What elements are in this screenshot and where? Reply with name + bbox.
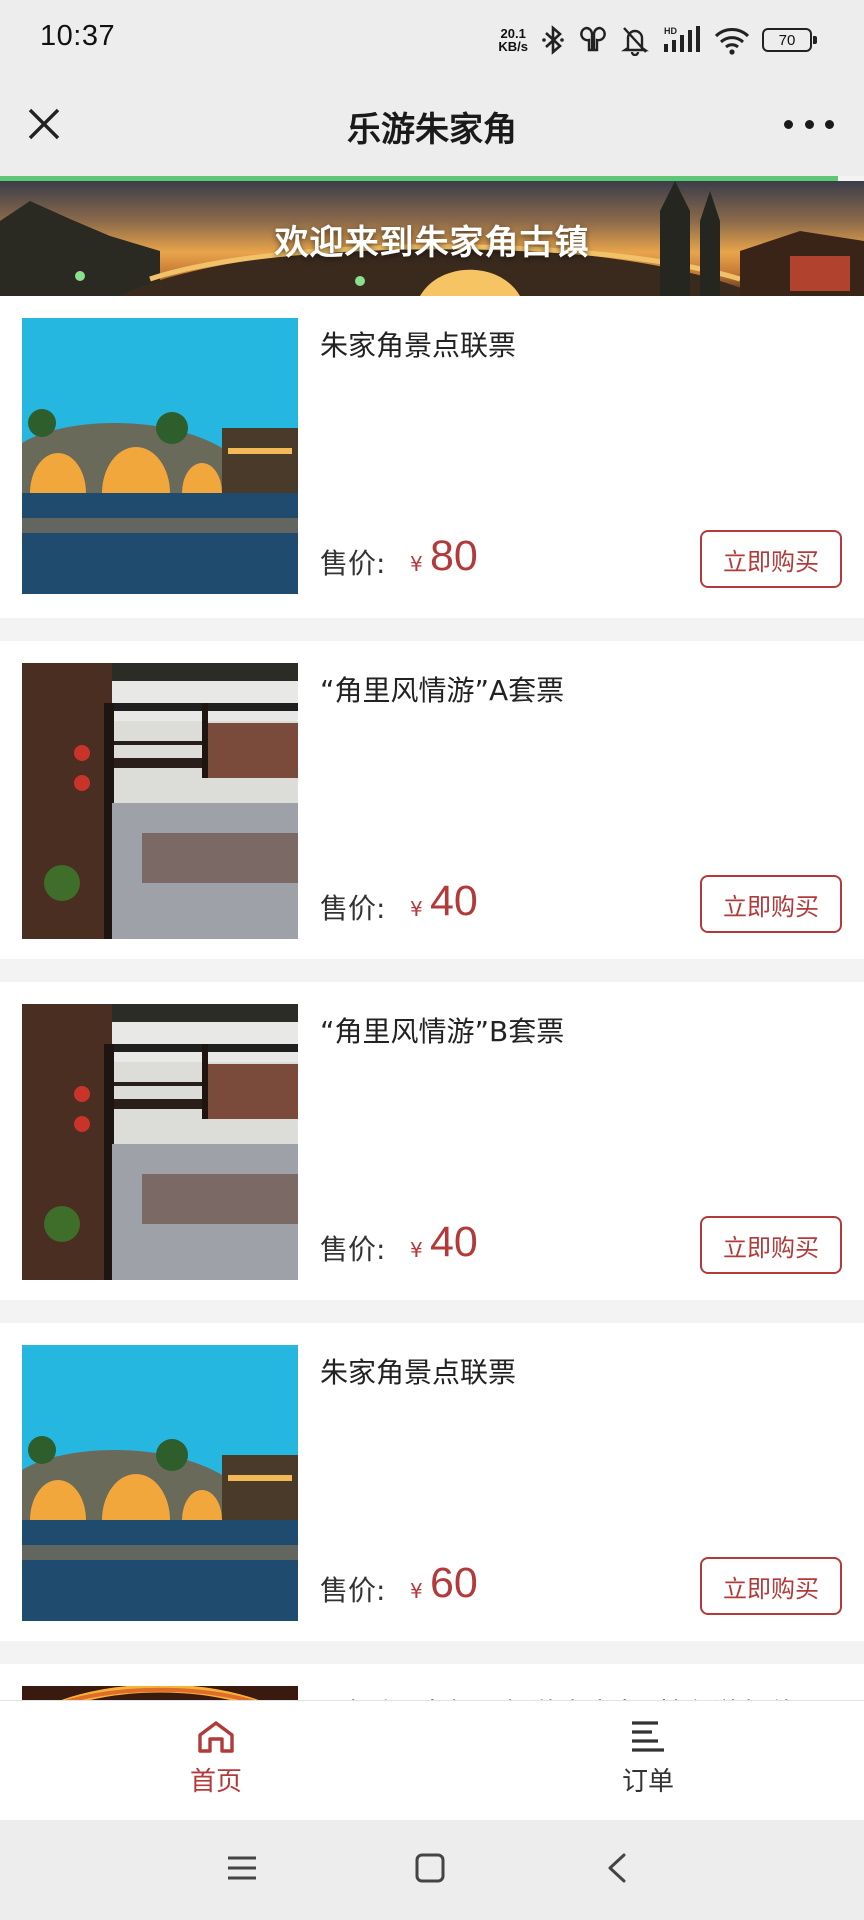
tab-orders[interactable]: 订单 — [432, 1701, 864, 1820]
status-bar: 10:37 20.1 KB/s HD 70 — [0, 0, 864, 80]
system-navigation-bar — [0, 1820, 864, 1920]
earbuds-icon — [580, 26, 606, 52]
home-icon — [198, 1721, 234, 1753]
price-value: 40 — [430, 1218, 478, 1266]
product-card[interactable]: 朱家角景点联票 售价: ¥ 80 立即购买 — [0, 296, 864, 618]
tab-home[interactable]: 首页 — [0, 1701, 432, 1820]
buy-now-button[interactable]: 立即购买 — [700, 1557, 842, 1615]
status-icons: 20.1 KB/s HD 70 — [498, 22, 817, 58]
product-image-stone-bridge[interactable] — [22, 1345, 298, 1621]
back-nav-icon[interactable] — [602, 1852, 634, 1884]
bottom-tab-bar: 首页 订单 — [0, 1700, 864, 1820]
product-image-stone-bridge[interactable] — [22, 318, 298, 594]
product-card[interactable]: 朱家角景点联票 售价: ¥ 60 立即购买 — [0, 1323, 864, 1641]
price-label: 售价: — [320, 892, 386, 925]
product-image-canal-corridor[interactable] — [22, 1004, 298, 1280]
price-currency: ¥ — [410, 897, 423, 921]
list-icon — [632, 1721, 664, 1752]
more-icon-dot — [825, 119, 834, 129]
more-button[interactable] — [784, 110, 834, 138]
battery-icon: 70 — [762, 28, 817, 52]
net-speed: 20.1 KB/s — [498, 27, 528, 53]
product-list: 朱家角景点联票 售价: ¥ 80 立即购买 “角里风情游”A套票 售价: ¥ 4… — [0, 296, 864, 1920]
product-card[interactable]: “角里风情游”B套票 售价: ¥ 40 立即购买 — [0, 982, 864, 1300]
banner-text: 欢迎来到朱家角古镇 — [274, 223, 590, 263]
price-value: 40 — [430, 877, 478, 925]
svg-text:HD: HD — [664, 26, 677, 36]
bell-muted-icon — [621, 27, 649, 56]
price-label: 售价: — [320, 1233, 386, 1266]
price-currency: ¥ — [410, 1238, 423, 1262]
app-screen: 10:37 20.1 KB/s HD 70 乐游朱家角 欢迎来到朱家角古镇 朱家… — [0, 0, 864, 1920]
product-name: “角里风情游”A套票 — [320, 674, 565, 707]
product-card[interactable]: “角里风情游”A套票 售价: ¥ 40 立即购买 — [0, 641, 864, 959]
price-value: 60 — [430, 1559, 478, 1607]
tab-home-label: 首页 — [189, 1767, 242, 1797]
menu-nav-icon[interactable] — [226, 1852, 258, 1884]
price-currency: ¥ — [410, 552, 423, 576]
buy-now-button[interactable]: 立即购买 — [700, 530, 842, 588]
more-icon-dot — [784, 119, 793, 129]
home-nav-icon[interactable] — [414, 1852, 446, 1884]
page-title: 乐游朱家角 — [347, 110, 517, 150]
title-bar: 乐游朱家角 — [0, 80, 864, 176]
more-icon-dot — [804, 119, 814, 129]
product-name: 朱家角景点联票 — [320, 329, 517, 362]
price-label: 售价: — [320, 547, 386, 580]
status-time: 10:37 — [40, 20, 116, 52]
product-image-canal-corridor[interactable] — [22, 663, 298, 939]
buy-now-button[interactable]: 立即购买 — [700, 1216, 842, 1274]
bluetooth-icon — [542, 25, 564, 55]
price-value: 80 — [430, 532, 478, 580]
price-label: 售价: — [320, 1574, 386, 1607]
wifi-icon — [714, 28, 750, 55]
price-currency: ¥ — [410, 1579, 423, 1603]
welcome-banner: 欢迎来到朱家角古镇 — [0, 181, 864, 296]
buy-now-button[interactable]: 立即购买 — [700, 875, 842, 933]
hd-signal-icon: HD — [664, 26, 700, 52]
product-name: “角里风情游”B套票 — [320, 1015, 565, 1048]
tab-orders-label: 订单 — [621, 1767, 674, 1797]
net-speed-unit: KB/s — [498, 39, 528, 54]
product-name: 朱家角景点联票 — [320, 1356, 517, 1389]
